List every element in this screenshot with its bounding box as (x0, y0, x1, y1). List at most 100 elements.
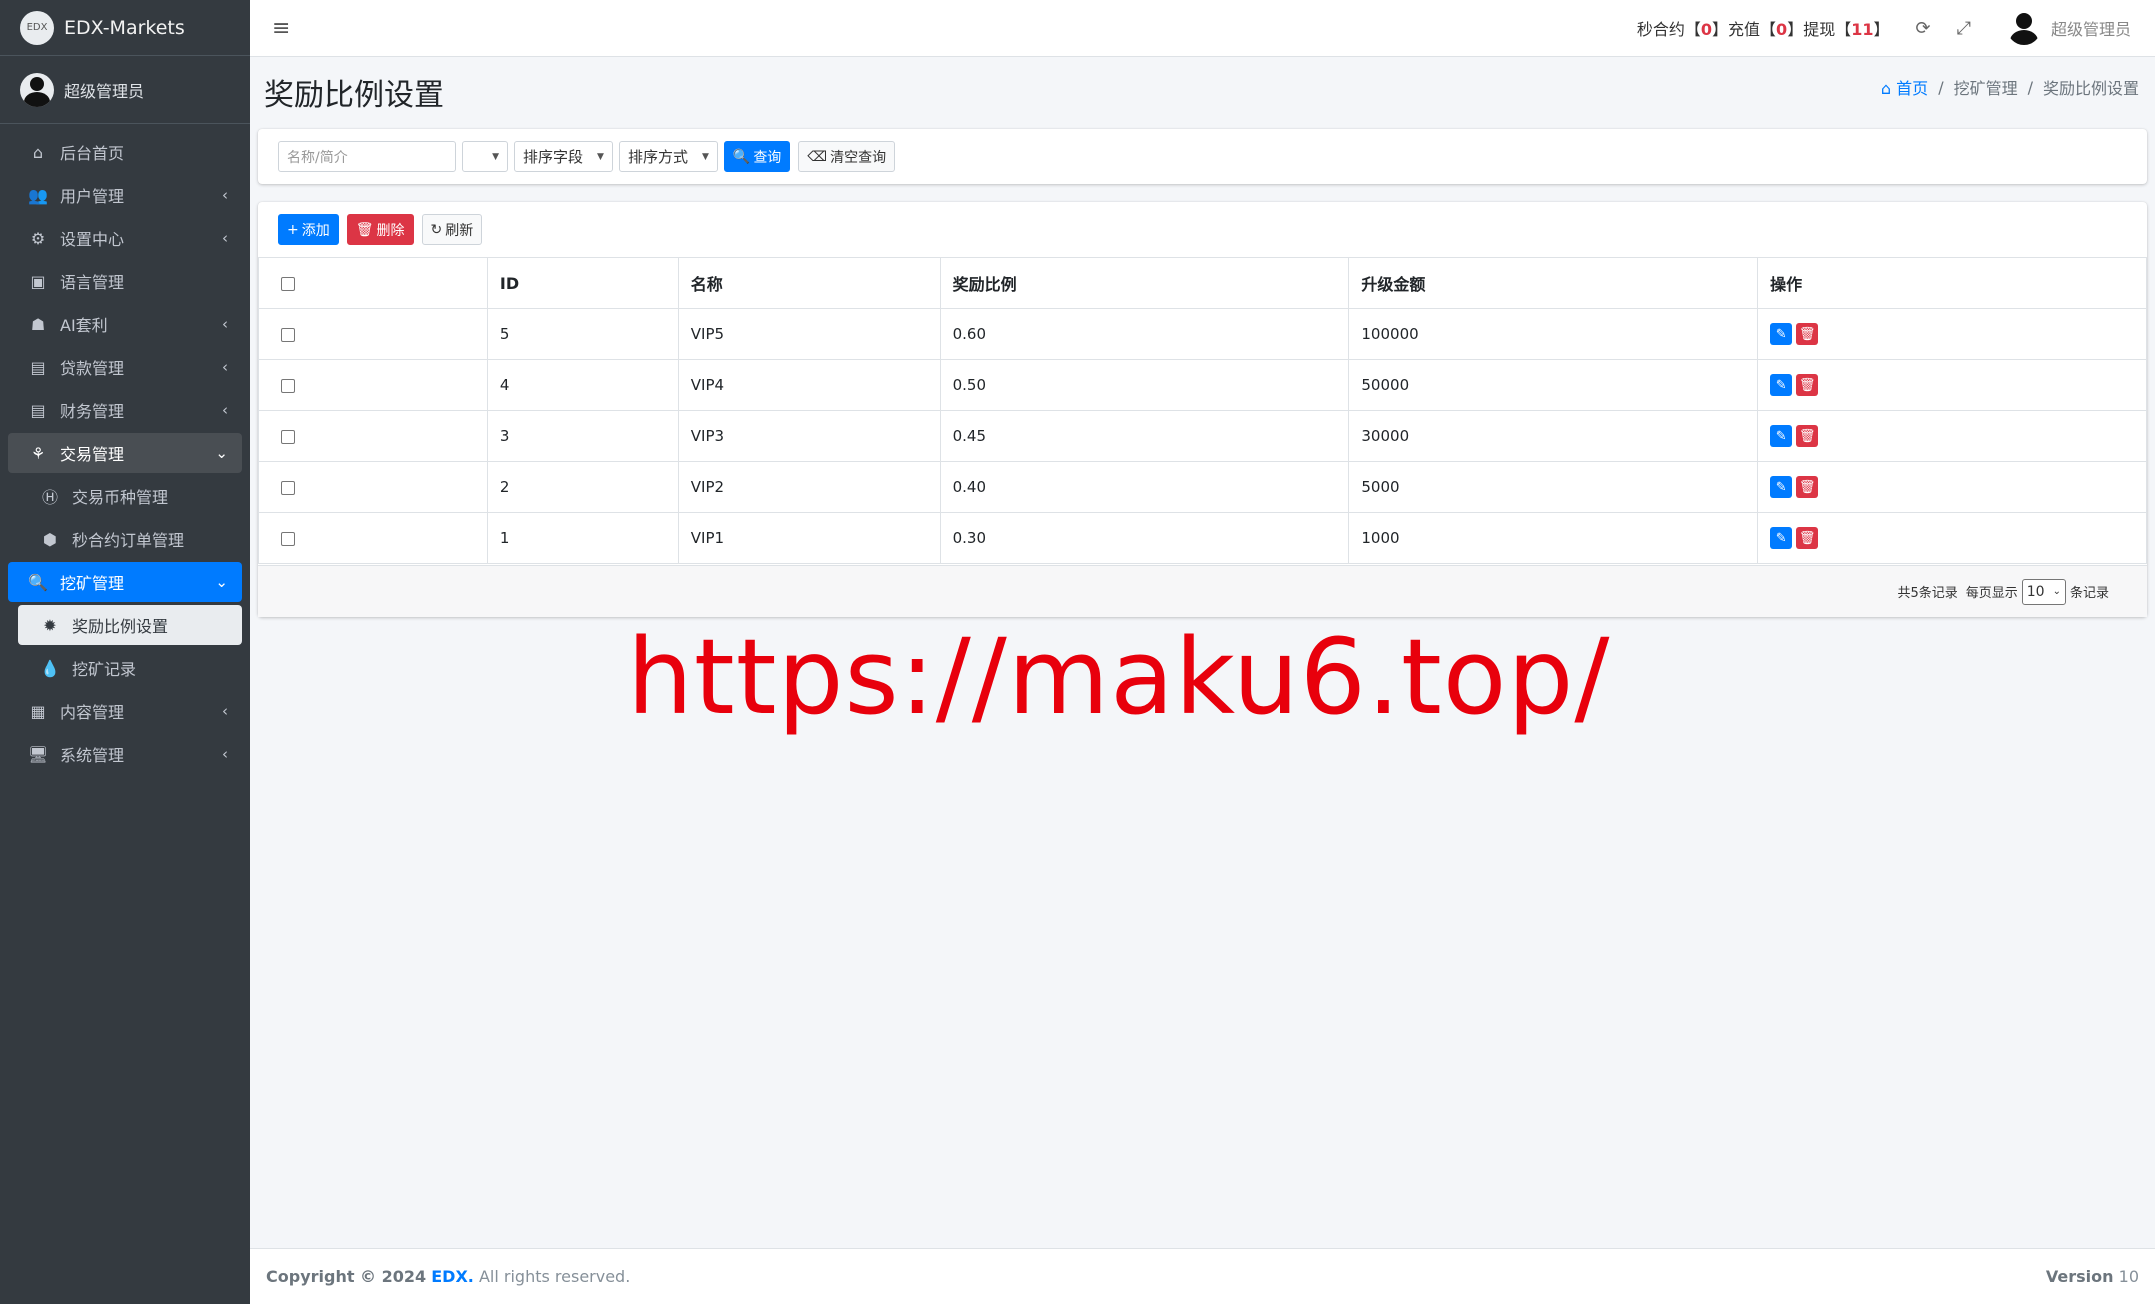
row-checkbox-cell[interactable] (258, 308, 488, 360)
footer-brand-link[interactable]: EDX. (431, 1267, 474, 1286)
version-label: Version (2045, 1267, 2114, 1286)
stats-suffix: 】 (1873, 20, 1890, 39)
row-delete-button[interactable]: 🗑 (1796, 425, 1819, 447)
column-header-ratio[interactable]: 奖励比例 (939, 257, 1350, 309)
brand-logo: EDX (20, 10, 54, 45)
chevron-down-icon: ⌄ (215, 444, 228, 462)
table-toolbar: + 添加 🗑 删除 ↻ 刷新 (278, 214, 490, 245)
sidebar-item-reward-ratio[interactable]: ✹ 奖励比例设置 (18, 605, 242, 645)
menu-toggle-icon[interactable]: ≡ (272, 16, 290, 41)
row-delete-button[interactable]: 🗑 (1796, 476, 1819, 498)
refresh-button[interactable]: ↻ 刷新 (421, 214, 483, 245)
trash-icon: 🗑 (355, 221, 374, 238)
delete-button[interactable]: 🗑 删除 (346, 214, 414, 245)
row-checkbox-cell[interactable] (258, 512, 488, 564)
sidebar-item-loans[interactable]: ▤ 贷款管理 ‹ (8, 347, 242, 387)
checkbox[interactable] (281, 480, 295, 495)
row-delete-button[interactable]: 🗑 (1796, 323, 1819, 345)
breadcrumb-home-label: 首页 (1896, 79, 1929, 98)
cell-ratio: 0.40 (939, 461, 1350, 513)
sidebar-item-label: 财务管理 (60, 402, 125, 421)
sidebar-item-trading[interactable]: ⚘ 交易管理 ⌄ (8, 433, 242, 473)
sidebar-item-mining-records[interactable]: 💧 挖矿记录 (8, 648, 242, 688)
query-button[interactable]: 🔍 查询 (723, 141, 791, 172)
cell-id: 1 (486, 512, 679, 564)
edit-button[interactable]: ✎ (1770, 425, 1793, 447)
top-user-name[interactable]: 超级管理员 (2051, 16, 2131, 40)
breadcrumb-mining[interactable]: 挖矿管理 (1954, 75, 2018, 99)
cell-id: 2 (486, 461, 679, 513)
sidebar-item-mining[interactable]: 🔍 挖矿管理 ⌄ (8, 562, 242, 602)
edit-button[interactable]: ✎ (1770, 374, 1793, 396)
checkbox[interactable] (281, 378, 295, 393)
sidebar-item-label: 语言管理 (60, 273, 125, 292)
sidebar-item-language[interactable]: ▣ 语言管理 (8, 261, 242, 301)
checkbox[interactable] (281, 429, 295, 444)
chevron-left-icon: ‹ (222, 702, 228, 720)
stats-label-withdraw: 】提现【 (1787, 20, 1852, 39)
sidebar: EDX EDX-Markets 超级管理员 ⌂ 后台首页 👥 用户管理 ‹ ⚙ … (0, 0, 250, 1304)
sort-order-select[interactable]: 排序方式 ▼ (618, 141, 718, 172)
sidebar-item-users[interactable]: 👥 用户管理 ‹ (8, 175, 242, 215)
column-header-name[interactable]: 名称 (677, 257, 941, 309)
sort-field-select[interactable]: 排序字段 ▼ (514, 141, 613, 172)
row-checkbox-cell[interactable] (258, 461, 488, 513)
brand-link[interactable]: EDX EDX-Markets (0, 0, 250, 56)
sidebar-item-label: 设置中心 (60, 230, 125, 249)
select-all-checkbox[interactable] (258, 257, 488, 309)
add-label: 添加 (301, 222, 330, 239)
query-label: 查询 (753, 149, 782, 166)
sidebar-item-finance[interactable]: ▤ 财务管理 ‹ (8, 390, 242, 430)
user-panel[interactable]: 超级管理员 (0, 56, 250, 124)
page-size-select[interactable]: 10 ⌄ (2021, 578, 2066, 605)
row-delete-button[interactable]: 🗑 (1796, 374, 1819, 396)
row-delete-button[interactable]: 🗑 (1796, 527, 1819, 549)
reward-ratio-table: ID 名称 奖励比例 升级金额 操作 5 VIP5 0.60 100000 ✎ 🗑… (258, 257, 2147, 564)
sidebar-item-trading-coins[interactable]: Ⓗ 交易币种管理 (8, 476, 242, 516)
sidebar-item-label: 用户管理 (60, 187, 125, 206)
plus-icon: + (287, 221, 299, 238)
sidebar-item-ai-arbitrage[interactable]: ☗ AI套利 ‹ (8, 304, 242, 344)
drop-icon: 💧 (40, 658, 60, 678)
cell-name: VIP3 (677, 410, 941, 462)
sidebar-item-settings[interactable]: ⚙ 设置中心 ‹ (8, 218, 242, 258)
row-checkbox-cell[interactable] (258, 359, 488, 411)
sidebar-item-contract-orders[interactable]: ⬢ 秒合约订单管理 (8, 519, 242, 559)
add-button[interactable]: + 添加 (278, 214, 339, 245)
bug-icon: ✹ (43, 615, 57, 635)
edit-button[interactable]: ✎ (1770, 527, 1793, 549)
breadcrumb-home[interactable]: ⌂ 首页 (1881, 75, 1928, 99)
sidebar-item-label: 交易币种管理 (72, 488, 169, 507)
status-select[interactable]: ▼ (462, 141, 508, 172)
cell-amount: 1000 (1348, 512, 1759, 564)
cell-id: 4 (486, 359, 679, 411)
table-row: 1 VIP1 0.30 1000 ✎ 🗑 (258, 512, 2147, 564)
cell-amount: 100000 (1348, 308, 1759, 360)
column-header-id[interactable]: ID (486, 257, 679, 309)
chevron-left-icon: ‹ (222, 229, 228, 247)
row-checkbox-cell[interactable] (258, 410, 488, 462)
sidebar-item-dashboard[interactable]: ⌂ 后台首页 (8, 132, 242, 172)
column-header-amount[interactable]: 升级金额 (1348, 257, 1759, 309)
checkbox[interactable] (281, 277, 295, 291)
edit-button[interactable]: ✎ (1770, 476, 1793, 498)
edit-button[interactable]: ✎ (1770, 323, 1793, 345)
refresh-icon[interactable]: ⟳ (1915, 18, 1930, 39)
cell-ratio: 0.50 (939, 359, 1350, 411)
clear-query-button[interactable]: ⌫ 清空查询 (798, 141, 896, 172)
cell-ratio: 0.45 (939, 410, 1350, 462)
sidebar-item-label: 挖矿记录 (72, 660, 137, 679)
home-icon: ⌂ (1880, 79, 1892, 98)
fullscreen-icon[interactable]: ⤢ (1957, 18, 1971, 39)
stats-contract-count: 0 (1700, 20, 1713, 39)
sidebar-item-content[interactable]: ▦ 内容管理 ‹ (8, 691, 242, 731)
sidebar-item-system[interactable]: 🖥 系统管理 ‹ (8, 734, 242, 774)
chevron-down-icon: ⌄ (215, 573, 228, 591)
checkbox[interactable] (281, 327, 295, 342)
pending-stats[interactable]: 秒合约【0】充值【0】提现【11】 (1637, 16, 1890, 40)
avatar[interactable] (2006, 11, 2041, 45)
search-input[interactable]: 名称/简介 (278, 141, 456, 172)
search-icon: 🔍 (732, 148, 751, 165)
table-card: + 添加 🗑 删除 ↻ 刷新 ID 名称 奖励比例 升级金额 操作 5 VIP5… (258, 202, 2147, 617)
checkbox[interactable] (281, 531, 295, 546)
